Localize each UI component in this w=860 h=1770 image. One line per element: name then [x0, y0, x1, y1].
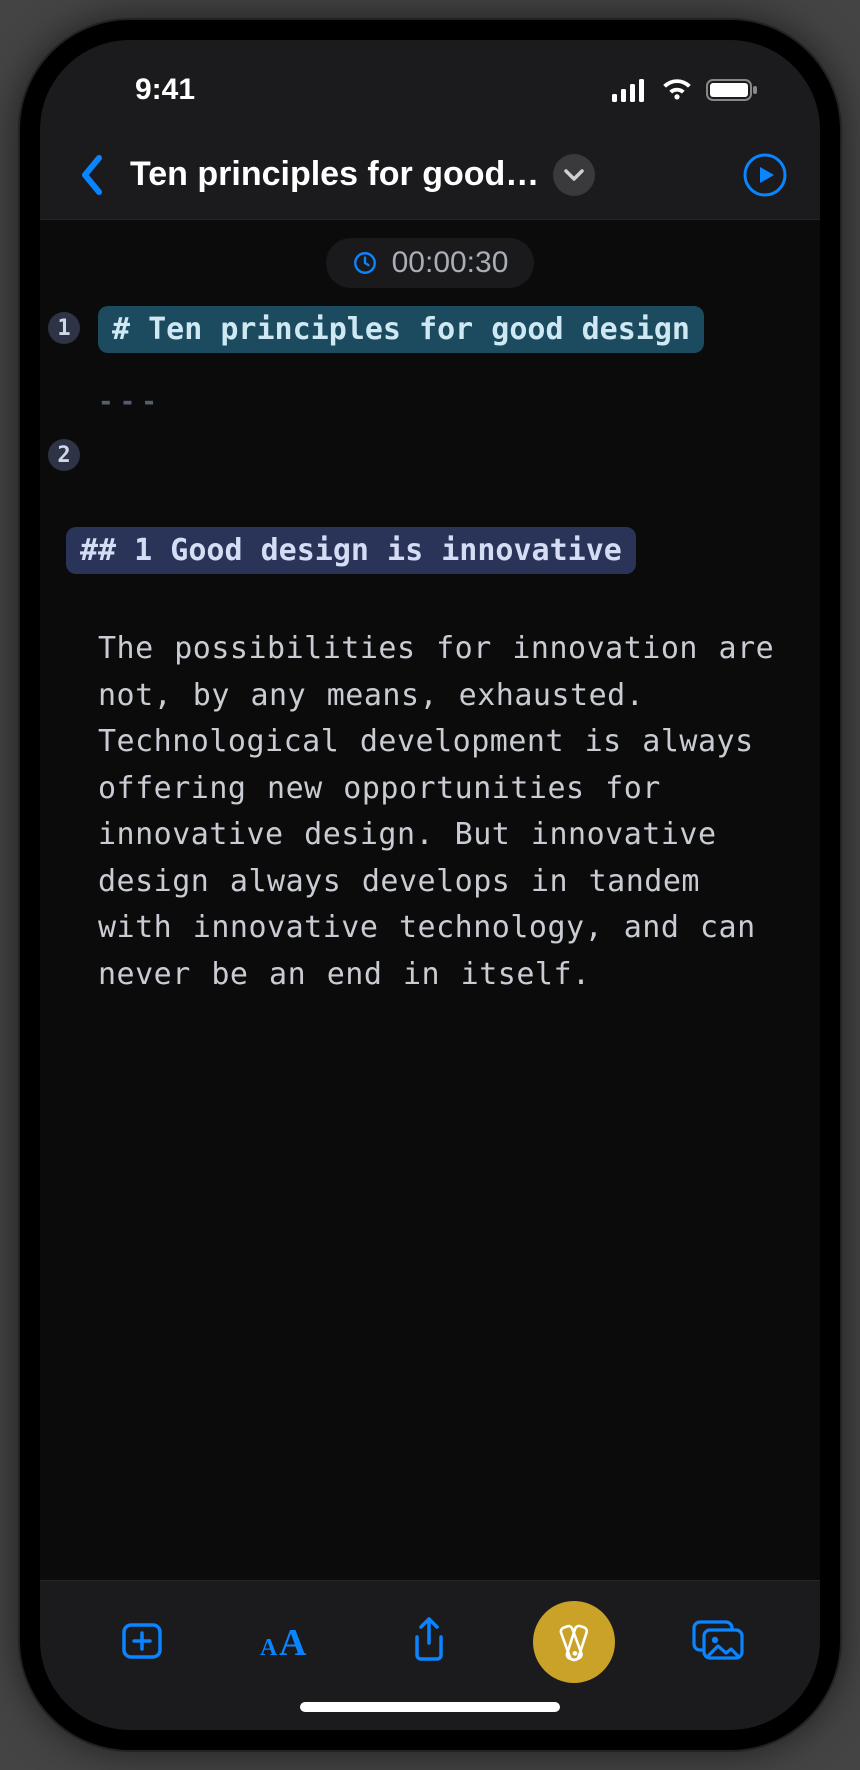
home-indicator[interactable]: [300, 1702, 560, 1712]
timer-row: 00:00:30: [40, 220, 820, 296]
image-button[interactable]: [678, 1601, 758, 1681]
plus-square-icon: [118, 1617, 166, 1665]
play-button[interactable]: [742, 152, 788, 198]
cellular-icon: [612, 78, 648, 102]
screen: 9:41: [40, 40, 820, 1730]
body-paragraph[interactable]: The possibilities for innovation are not…: [90, 574, 792, 998]
svg-text:A: A: [260, 1635, 278, 1661]
page-title: Ten principles for good…: [130, 155, 539, 194]
chevron-down-icon: [553, 154, 595, 196]
gutter-number: 2: [48, 439, 80, 471]
battery-icon: [706, 78, 760, 102]
clock-icon: [352, 250, 378, 276]
chevron-left-icon: [79, 154, 105, 196]
heading-1[interactable]: # Ten principles for good design: [98, 306, 704, 353]
nav-bar: Ten principles for good…: [40, 130, 820, 220]
status-bar: 9:41: [40, 40, 820, 130]
wifi-icon: [660, 78, 694, 102]
line-h1: 1 # Ten principles for good design: [90, 306, 792, 353]
font-button[interactable]: A A: [245, 1601, 325, 1681]
svg-text:A: A: [279, 1622, 307, 1663]
status-indicators: [612, 78, 760, 102]
title-dropdown[interactable]: Ten principles for good…: [130, 154, 595, 196]
timer-value: 00:00:30: [392, 246, 509, 280]
gutter-number: 1: [48, 312, 80, 344]
horizontal-rule[interactable]: ---: [90, 353, 792, 427]
heading-2[interactable]: ## 1 Good design is innovative: [66, 527, 636, 574]
device-frame: 9:41: [20, 20, 840, 1750]
font-size-icon: A A: [257, 1619, 313, 1663]
timer-pill[interactable]: 00:00:30: [326, 238, 535, 288]
share-icon: [407, 1615, 451, 1667]
photo-stack-icon: [690, 1618, 746, 1664]
back-button[interactable]: [72, 145, 112, 205]
editor[interactable]: 1 # Ten principles for good design --- 2…: [40, 296, 820, 1580]
theme-button[interactable]: [533, 1601, 615, 1683]
add-button[interactable]: [102, 1601, 182, 1681]
share-button[interactable]: [389, 1601, 469, 1681]
status-time: 9:41: [135, 73, 195, 107]
swatch-icon: [551, 1619, 597, 1665]
line-h2-marker: 2: [90, 433, 792, 471]
line-h2: ## 1 Good design is innovative: [90, 527, 792, 574]
play-icon: [743, 153, 787, 197]
